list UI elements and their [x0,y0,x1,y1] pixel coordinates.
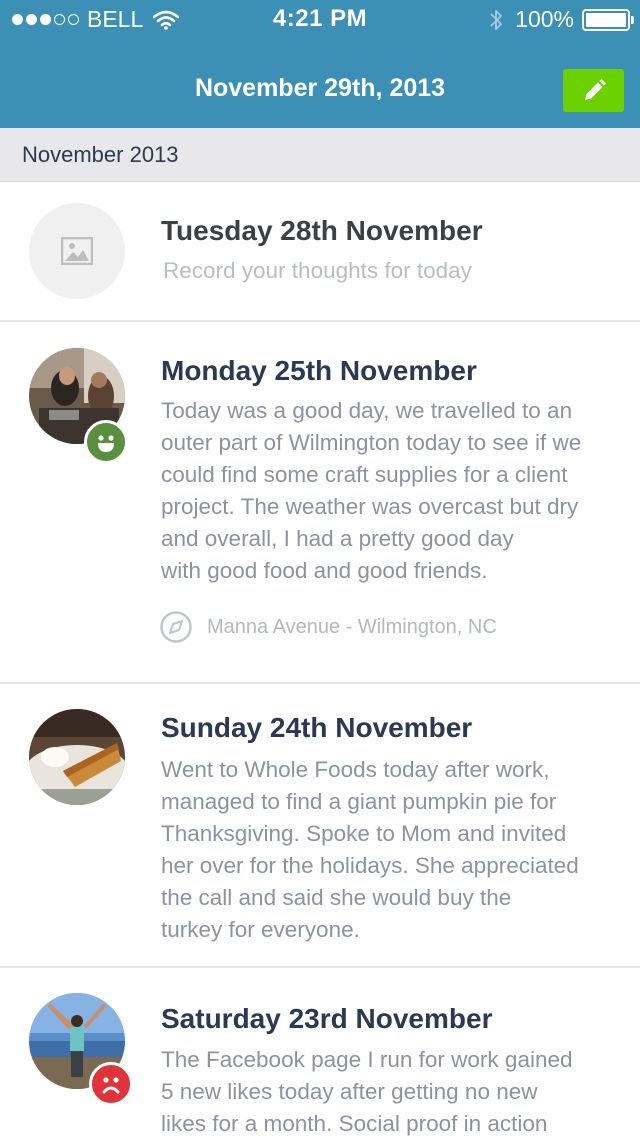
entry-date: Monday 25th November [161,355,477,386]
sad-mood-icon [89,1062,133,1106]
section-header: November 2013 [0,128,640,182]
section-month-label: November 2013 [22,142,179,167]
entry-text-line: Today was a good day, we travelled to an [161,398,573,423]
entry-text-line: outer part of Wilmington today to see if… [161,430,582,455]
pencil-icon [584,78,606,100]
entry-text-line: with good food and good friends. [161,558,488,583]
entry-text: Today was a good day, we travelled to an… [161,395,631,587]
status-right: 100% [489,6,634,33]
image-placeholder-icon [61,237,93,265]
entry-text-line: managed to find a giant pumpkin pie for [161,789,557,814]
entry-photo-placeholder[interactable] [29,203,125,299]
compose-button[interactable] [563,69,624,112]
navigation-bar: BELL 4:21 PM 100% November 29th, 2013 [0,0,640,128]
journal-entry[interactable]: Monday 25th November Today was a good da… [0,322,640,684]
journal-entry[interactable]: Sunday 24th November Went to Whole Foods… [0,684,640,968]
bluetooth-icon [490,9,503,30]
compass-icon [160,611,192,643]
journal-entry[interactable]: Saturday 23rd November The Facebook page… [0,968,640,1136]
entry-photo [29,709,125,805]
entry-text-line: and overall, I had a pretty good day [161,526,514,551]
page-title: November 29th, 2013 [194,74,446,102]
location-label: Manna Avenue - Wilmington, NC [207,615,497,638]
entry-text: The Facebook page I run for work gained … [161,1044,631,1136]
battery-percentage: 100% [515,6,574,32]
entry-text-line: the call and said she would buy the [161,885,512,910]
battery-icon [582,8,634,31]
entry-text-line: 5 new likes today after getting no new [161,1079,538,1104]
happy-mood-icon [84,420,128,464]
entry-text-line: Went to Whole Foods today after work, [161,757,550,782]
entry-date: Tuesday 28th November [161,215,483,246]
entry-text-line: likes for a month. Social proof in actio… [161,1111,548,1136]
entry-text-line: turkey for everyone. [161,917,360,942]
entry-text-line: The Facebook page I run for work gained [161,1047,573,1072]
entry-text-line: project. The weather was overcast but dr… [161,494,579,519]
entry-location[interactable]: Manna Avenue - Wilmington, NC [159,610,497,644]
entry-text-line: her over for the holidays. She appreciat… [161,853,579,878]
entry-date: Saturday 23rd November [161,1003,493,1034]
entry-text-line: could find some craft supplies for a cli… [161,462,568,487]
journal-entry-today[interactable]: Tuesday 28th November Record your though… [0,182,640,322]
entry-date: Sunday 24th November [161,712,473,743]
entry-text-line: Thanksgiving. Spoke to Mom and invited [161,821,567,846]
entry-text: Went to Whole Foods today after work, ma… [161,754,631,946]
entry-prompt: Record your thoughts for today [163,258,472,283]
status-bar: BELL 4:21 PM 100% [0,0,640,40]
